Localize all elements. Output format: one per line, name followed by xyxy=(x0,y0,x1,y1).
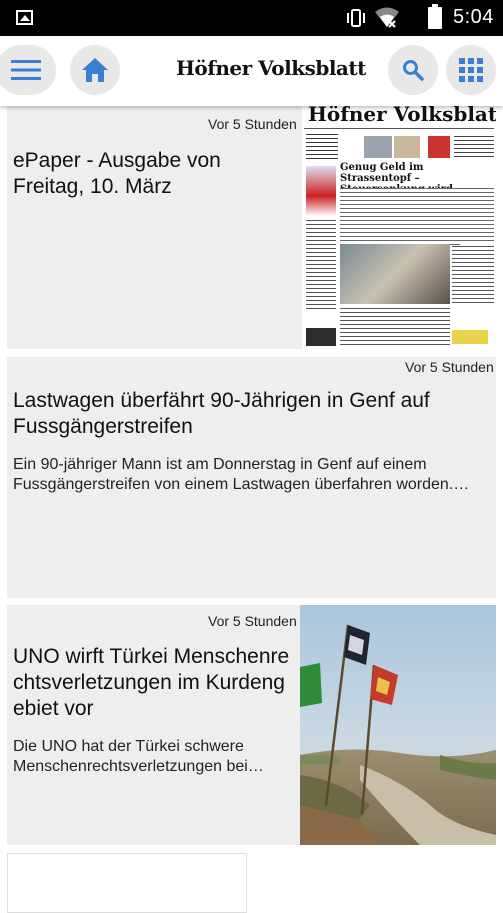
article-card[interactable]: Vor 5 Stunden Lastwagen überfährt 90-Jäh… xyxy=(7,357,496,598)
battery-icon xyxy=(428,4,442,29)
article-teaser: Ein 90-jähriger Mann ist am Donnerstag i… xyxy=(13,456,470,493)
flags-photo xyxy=(300,605,496,845)
epaper-masthead: Höfner Volksblatt xyxy=(308,106,496,126)
epaper-thumbnail: Höfner Volksblatt Genug Geld im Strassen… xyxy=(302,106,496,349)
wifi-icon xyxy=(375,7,399,28)
gallery-notification-icon xyxy=(16,10,33,25)
article-card[interactable] xyxy=(7,853,247,913)
apps-grid-icon xyxy=(459,58,483,82)
article-card-epaper[interactable]: Vor 5 Stunden ePaper - Ausgabe von Freit… xyxy=(7,106,496,349)
app-logo[interactable]: Höfner Volksblatt xyxy=(176,56,366,80)
vibrate-icon xyxy=(347,9,365,27)
article-teaser: Die UNO hat der Türkei schwere Menschenr… xyxy=(13,738,264,775)
status-time: 5:04 xyxy=(453,6,494,28)
article-card[interactable]: Vor 5 Stunden UNO wirft Türkei Menschenr… xyxy=(7,605,496,845)
menu-button[interactable] xyxy=(0,45,56,95)
search-button[interactable] xyxy=(388,45,438,95)
home-button[interactable] xyxy=(70,45,120,95)
article-time: Vor 5 Stunden xyxy=(208,116,297,132)
search-icon xyxy=(403,60,424,81)
article-time: Vor 5 Stunden xyxy=(405,359,494,375)
home-icon xyxy=(82,58,108,82)
status-bar: 5:04 xyxy=(0,0,503,36)
article-title: ePaper - Ausgabe von Freitag, 10. März xyxy=(13,149,221,198)
article-title: UNO wirft Türkei Menschenrechtsverletzun… xyxy=(13,645,290,720)
article-image xyxy=(300,605,496,845)
article-time: Vor 5 Stunden xyxy=(208,613,297,629)
article-title: Lastwagen überfährt 90-Jährigen in Genf … xyxy=(13,389,430,438)
app-toolbar: Höfner Volksblatt xyxy=(0,36,503,106)
menu-icon xyxy=(11,60,41,80)
apps-button[interactable] xyxy=(446,45,496,95)
